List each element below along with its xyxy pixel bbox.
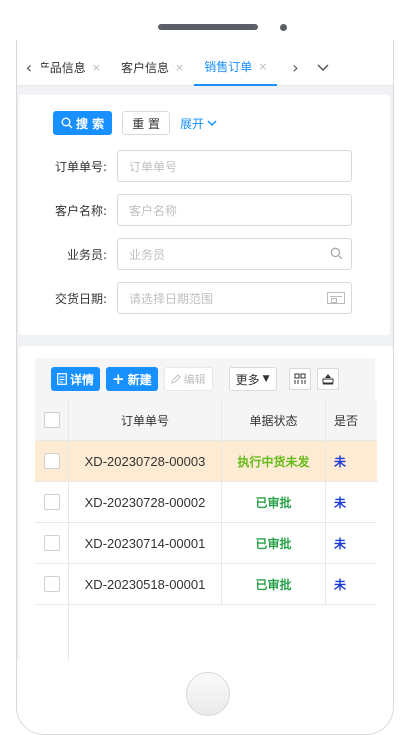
table-row[interactable]: XD-20230728-00002 已审批 未 bbox=[35, 482, 377, 523]
list-panel: 详情 + 新建 编辑 更多 ▼ 订单单号 单据状态 是否 XD-20230728… bbox=[19, 346, 393, 660]
order-no-cell: XD-20230728-00002 bbox=[69, 482, 222, 522]
home-button[interactable] bbox=[186, 672, 230, 716]
chevron-down-icon[interactable] bbox=[311, 50, 335, 86]
status-cell: 已审批 bbox=[222, 523, 326, 563]
chevron-right-icon[interactable]: › bbox=[283, 50, 307, 86]
row-checkbox-cell bbox=[35, 523, 69, 563]
delivery-date-range-input[interactable]: 请选择日期范围 bbox=[117, 282, 352, 314]
customer-name-label: 客户名称: bbox=[54, 203, 107, 218]
grid-icon[interactable] bbox=[288, 368, 311, 390]
status-cell: 已审批 bbox=[222, 564, 326, 604]
order-no-cell: XD-20230728-00003 bbox=[69, 441, 222, 481]
delivery-date-label: 交货日期: bbox=[54, 291, 107, 306]
column-header-status[interactable]: 单据状态 bbox=[222, 400, 326, 440]
tab-label: 客户信息 bbox=[121, 61, 170, 75]
table-empty-space bbox=[35, 605, 377, 660]
close-icon[interactable]: × bbox=[258, 60, 267, 73]
placeholder: 订单单号 bbox=[129, 159, 178, 174]
row-checkbox[interactable] bbox=[43, 494, 60, 510]
form-row-salesperson: 业务员: 业务员 bbox=[19, 237, 390, 271]
order-no-cell: XD-20230714-00001 bbox=[69, 523, 222, 563]
frame-edge-right bbox=[393, 40, 394, 695]
search-button-label: 搜 索 bbox=[76, 116, 105, 131]
close-icon[interactable]: × bbox=[92, 61, 101, 74]
form-row-order-no: 订单单号: 订单单号 bbox=[19, 149, 390, 183]
app-screen: ‹ 产品信息 × 客户信息 × 销售订单 × › 搜 索 重 置 展开 订单单号… bbox=[17, 50, 393, 660]
order-no-cell: XD-20230518-00001 bbox=[69, 564, 222, 604]
tab-sales-order[interactable]: 销售订单 × bbox=[194, 50, 278, 86]
phone-frame: ‹ 产品信息 × 客户信息 × 销售订单 × › 搜 索 重 置 展开 订单单号… bbox=[0, 0, 410, 735]
checkbox-column-line bbox=[35, 605, 69, 660]
pencil-icon bbox=[170, 374, 181, 384]
column-header-order-no[interactable]: 订单单号 bbox=[69, 400, 222, 440]
salesperson-label: 业务员: bbox=[66, 247, 107, 262]
table-row[interactable]: XD-20230714-00001 已审批 未 bbox=[35, 523, 377, 564]
status-cell: 已审批 bbox=[222, 482, 326, 522]
flag-cell: 未 bbox=[334, 577, 347, 592]
document-icon bbox=[57, 373, 67, 385]
phone-camera bbox=[280, 24, 287, 31]
detail-button-label: 详情 bbox=[70, 372, 95, 387]
expand-label: 展开 bbox=[180, 116, 205, 131]
close-icon[interactable]: × bbox=[175, 61, 184, 74]
tab-product-info[interactable]: 产品信息 × bbox=[41, 50, 111, 86]
tab-customer-info[interactable]: 客户信息 × bbox=[111, 50, 194, 86]
tab-label: 销售订单 bbox=[204, 60, 253, 74]
flag-cell: 未 bbox=[334, 495, 347, 510]
order-no-input[interactable]: 订单单号 bbox=[117, 150, 352, 182]
plus-icon: + bbox=[112, 369, 125, 388]
select-all-checkbox[interactable] bbox=[43, 412, 60, 428]
tab-bar: ‹ 产品信息 × 客户信息 × 销售订单 × › bbox=[17, 50, 393, 86]
placeholder: 业务员 bbox=[129, 247, 166, 262]
search-icon bbox=[61, 117, 73, 129]
phone-speaker bbox=[158, 24, 258, 30]
calendar-icon[interactable] bbox=[327, 292, 345, 304]
table-row[interactable]: XD-20230518-00001 已审批 未 bbox=[35, 564, 377, 605]
order-table: 订单单号 单据状态 是否 XD-20230728-00003 执行中货未发 未 … bbox=[35, 400, 377, 660]
table-header-row: 订单单号 单据状态 是否 bbox=[35, 400, 377, 441]
order-no-label: 订单单号: bbox=[54, 159, 107, 174]
new-button-label: 新建 bbox=[127, 372, 152, 387]
row-checkbox[interactable] bbox=[43, 453, 60, 469]
detail-button[interactable]: 详情 bbox=[51, 367, 101, 391]
search-actions: 搜 索 重 置 展开 bbox=[53, 111, 217, 135]
column-header-flag[interactable]: 是否 bbox=[326, 400, 377, 440]
caret-down-icon: ▼ bbox=[262, 374, 270, 384]
reset-button[interactable]: 重 置 bbox=[122, 111, 171, 135]
more-dropdown[interactable]: 更多 ▼ bbox=[228, 367, 277, 391]
status-cell: 执行中货未发 bbox=[222, 441, 326, 481]
more-label: 更多 bbox=[235, 372, 260, 387]
search-icon[interactable] bbox=[330, 247, 343, 260]
salesperson-input[interactable]: 业务员 bbox=[117, 238, 352, 270]
table-row[interactable]: XD-20230728-00003 执行中货未发 未 bbox=[35, 441, 377, 482]
flag-cell: 未 bbox=[334, 536, 347, 551]
form-row-delivery-date: 交货日期: 请选择日期范围 bbox=[19, 281, 390, 315]
new-button[interactable]: + 新建 bbox=[106, 367, 158, 391]
chevron-left-icon[interactable]: ‹ bbox=[17, 50, 41, 86]
edit-button[interactable]: 编辑 bbox=[163, 367, 213, 391]
table-toolbar: 详情 + 新建 编辑 更多 ▼ bbox=[35, 358, 375, 400]
form-row-customer: 客户名称: 客户名称 bbox=[19, 193, 390, 227]
select-all-checkbox-cell bbox=[35, 400, 69, 440]
reset-button-label: 重 置 bbox=[132, 116, 161, 131]
search-button[interactable]: 搜 索 bbox=[53, 111, 113, 135]
flag-cell: 未 bbox=[334, 454, 347, 469]
placeholder: 请选择日期范围 bbox=[129, 291, 214, 306]
row-checkbox[interactable] bbox=[43, 535, 60, 551]
customer-name-input[interactable]: 客户名称 bbox=[117, 194, 352, 226]
edit-button-label: 编辑 bbox=[183, 373, 206, 386]
tab-label: 产品信息 bbox=[41, 61, 86, 75]
print-icon[interactable] bbox=[316, 368, 339, 390]
placeholder: 客户名称 bbox=[129, 203, 178, 218]
expand-toggle[interactable]: 展开 bbox=[180, 115, 217, 132]
search-panel: 搜 索 重 置 展开 订单单号: 订单单号 客户名称: 客户名称 业务员: 业务… bbox=[19, 95, 390, 335]
chevron-down-icon bbox=[207, 119, 217, 126]
row-checkbox-cell bbox=[35, 564, 69, 604]
row-checkbox[interactable] bbox=[43, 576, 60, 592]
row-checkbox-cell bbox=[35, 441, 69, 481]
row-checkbox-cell bbox=[35, 482, 69, 522]
